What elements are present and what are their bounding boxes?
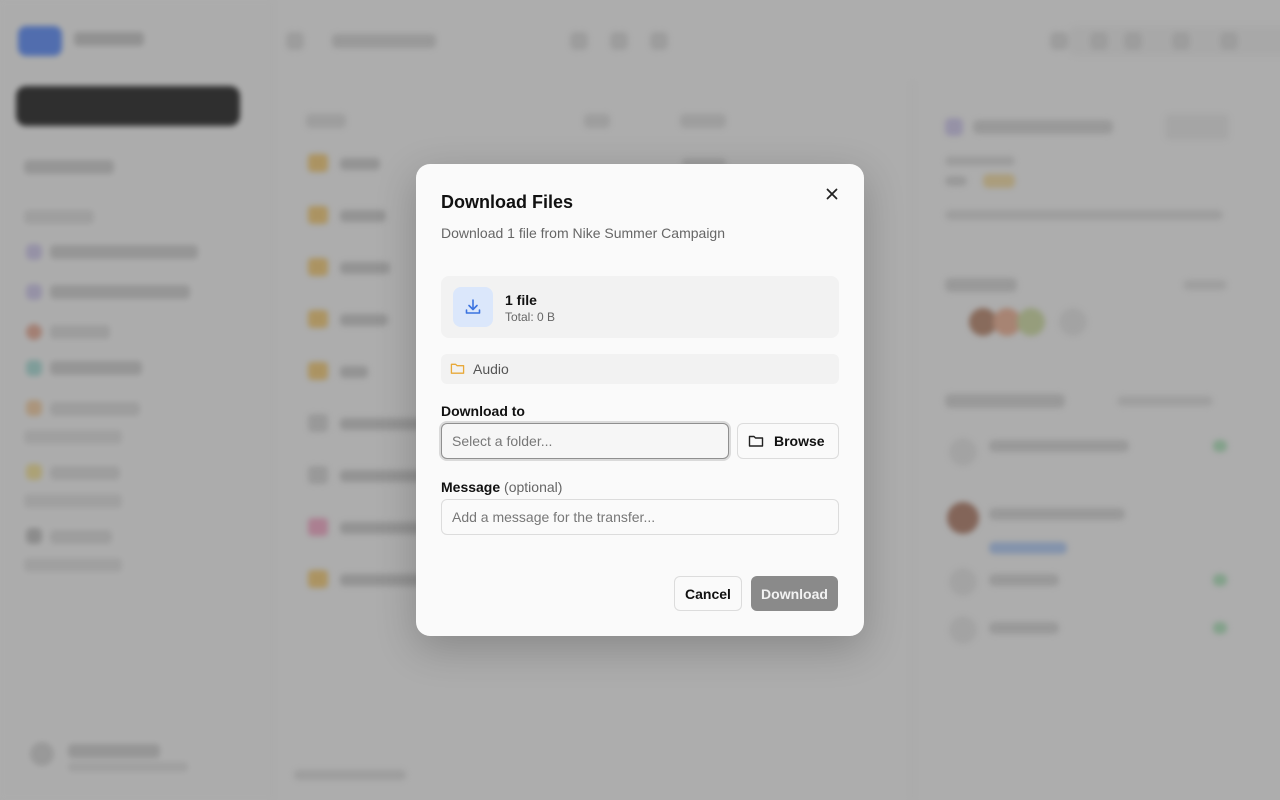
close-icon [826, 188, 838, 200]
download-to-label: Download to [441, 403, 525, 419]
file-total-size: Total: 0 B [505, 310, 556, 324]
cancel-button[interactable]: Cancel [674, 576, 742, 611]
download-button[interactable]: Download [751, 576, 838, 611]
download-icon [453, 287, 493, 327]
file-count: 1 file [505, 292, 537, 308]
download-dialog: Download Files Download 1 file from Nike… [416, 164, 864, 636]
folder-name: Audio [473, 361, 509, 377]
dialog-subtitle: Download 1 file from Nike Summer Campaig… [441, 225, 725, 241]
message-label-text: Message [441, 479, 501, 495]
download-folder-input[interactable] [441, 423, 729, 459]
optional-hint: (optional) [504, 479, 563, 495]
folder-icon [450, 363, 465, 374]
browse-button[interactable]: Browse [737, 423, 839, 459]
close-button[interactable] [822, 184, 842, 204]
message-input[interactable] [441, 499, 839, 535]
folder-list-item: Audio [441, 354, 839, 384]
file-summary-card [441, 276, 839, 338]
folder-open-icon [748, 435, 764, 447]
browse-label: Browse [774, 433, 825, 449]
message-label: Message (optional) [441, 479, 562, 495]
dialog-title: Download Files [441, 192, 574, 212]
